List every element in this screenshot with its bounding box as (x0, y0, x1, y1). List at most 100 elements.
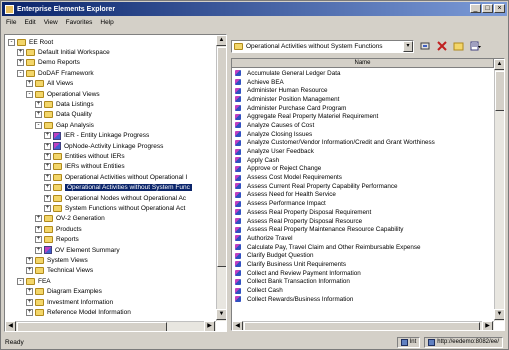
delete-button[interactable] (435, 40, 448, 53)
collapse-icon[interactable]: - (26, 90, 33, 98)
list-item[interactable]: Calculate Pay, Travel Claim and Other Re… (232, 243, 494, 252)
scroll-up-icon[interactable]: ▲ (216, 35, 226, 46)
tree-node[interactable]: + Data Listings (35, 99, 94, 109)
expand-icon[interactable]: + (26, 256, 33, 264)
tree-node[interactable]: + System Functions without Operational Ac… (44, 203, 185, 213)
tree-node[interactable]: + All Views (26, 79, 73, 89)
tree-scroll-thumb[interactable] (217, 47, 226, 267)
new-folder-button[interactable] (452, 40, 465, 53)
collapse-icon[interactable]: - (8, 38, 15, 46)
view-selector[interactable]: Operational Activities without System Fu… (231, 39, 414, 53)
tree-node[interactable]: + Reference Model Information (26, 307, 131, 317)
expand-icon[interactable]: + (17, 48, 24, 56)
tree-node[interactable]: + Operational Nodes without Operational A… (44, 193, 186, 203)
list-vertical-scrollbar[interactable]: ▲ ▼ (494, 59, 504, 321)
tree-node[interactable]: + Diagram Examples (26, 287, 102, 297)
expand-icon[interactable]: + (35, 111, 42, 119)
list-item[interactable]: Apply Cash (232, 156, 494, 165)
expand-icon[interactable]: + (44, 194, 51, 202)
tree-node[interactable]: + Demo Reports (17, 58, 80, 68)
list-item[interactable]: Clarify Budget Question (232, 251, 494, 260)
list-item[interactable]: Analyze Causes of Cost (232, 121, 494, 130)
list-item[interactable]: Achieve BEA (232, 78, 494, 87)
list-item[interactable]: Authorize Travel (232, 234, 494, 243)
menu-favorites[interactable]: Favorites (66, 19, 93, 26)
tree-node[interactable]: - DoDAF Framework (17, 68, 94, 78)
scroll-down-icon[interactable]: ▼ (494, 309, 504, 320)
list-item[interactable]: Assess Real Property Disposal Resource (232, 217, 494, 226)
list-scroll-thumb[interactable] (495, 71, 504, 111)
tree-node[interactable]: + Investment Information (26, 297, 113, 307)
chevron-down-icon[interactable]: ▾ (403, 40, 413, 52)
tree-node[interactable]: - Operational Views (26, 89, 100, 99)
scroll-up-icon[interactable]: ▲ (494, 59, 504, 70)
tree-node[interactable]: - FEA (17, 276, 51, 286)
menu-edit[interactable]: Edit (24, 19, 35, 26)
expand-icon[interactable]: + (26, 267, 33, 275)
list-item[interactable]: Analyze Customer/Vendor Information/Cred… (232, 139, 494, 148)
list-item[interactable]: Clarify Business Unit Requirements (232, 260, 494, 269)
tree-node[interactable]: + Default Initial Workspace (17, 47, 110, 57)
list-item[interactable]: Accumulate General Ledger Data (232, 69, 494, 78)
scroll-left-icon[interactable]: ◀ (5, 321, 16, 331)
tree-node[interactable]: - EE Root (8, 37, 53, 47)
list-hscroll-thumb[interactable] (244, 322, 480, 330)
collapse-icon[interactable]: - (17, 69, 24, 77)
maximize-button[interactable]: □ (482, 4, 493, 13)
scroll-left-icon[interactable]: ◀ (232, 321, 243, 330)
tree-node[interactable]: + Products (35, 224, 82, 234)
tree-node[interactable]: + OV Element Summary (35, 245, 120, 255)
list-item[interactable]: Collect Rewards/Business Information (232, 295, 494, 304)
list-item[interactable]: Assess Real Property Maintenance Resourc… (232, 225, 494, 234)
list-item[interactable]: Collect Cash (232, 286, 494, 295)
list-item[interactable]: Administer Position Management (232, 95, 494, 104)
list-item[interactable]: Aggregate Real Property Materiel Require… (232, 112, 494, 121)
expand-icon[interactable]: + (17, 59, 24, 67)
expand-icon[interactable]: + (44, 173, 51, 181)
expand-icon[interactable]: + (35, 225, 42, 233)
tree-node[interactable]: + Data Quality (35, 110, 92, 120)
list-item[interactable]: Analyze Closing Issues (232, 130, 494, 139)
title-bar[interactable]: Enterprise Elements Explorer _ □ × (2, 2, 507, 16)
tree-node[interactable]: + OV-2 Generation (35, 214, 105, 224)
expand-icon[interactable]: + (44, 163, 51, 171)
tree-vertical-scrollbar[interactable]: ▲ ▼ (216, 35, 226, 321)
list-item[interactable]: Administer Purchase Card Program (232, 104, 494, 113)
menu-help[interactable]: Help (100, 19, 113, 26)
list-item[interactable]: Administer Human Resource (232, 86, 494, 95)
expand-icon[interactable]: + (35, 100, 42, 108)
expand-icon[interactable]: + (35, 215, 42, 223)
list-item[interactable]: Collect Bank Transaction Information (232, 278, 494, 287)
tree-node[interactable]: - Gap Analysis (35, 120, 94, 130)
list-horizontal-scrollbar[interactable]: ◀ ▶ (232, 321, 494, 330)
expand-icon[interactable]: + (26, 298, 33, 306)
list-item[interactable]: Collect and Review Payment Information (232, 269, 494, 278)
list-item[interactable]: Analyze User Feedback (232, 147, 494, 156)
tree-hscroll-thumb[interactable] (17, 322, 167, 331)
expand-icon[interactable]: + (35, 246, 42, 254)
expand-icon[interactable]: + (44, 184, 51, 192)
tree-node[interactable]: + IERs without Entities (44, 162, 125, 172)
scroll-down-icon[interactable]: ▼ (216, 309, 226, 320)
list-item[interactable]: Assess Need for Health Service (232, 191, 494, 200)
refresh-button[interactable] (418, 40, 431, 53)
tree-node[interactable]: + Operational Activities without System F… (44, 183, 192, 193)
tree-node[interactable]: + OpNode-Activity Linkage Progress (44, 141, 163, 151)
menu-file[interactable]: File (6, 19, 16, 26)
list-item[interactable]: Assess Cost Model Requirements (232, 173, 494, 182)
tree-node[interactable]: + Technical Views (26, 266, 93, 276)
tree-node[interactable]: + System Views (26, 255, 88, 265)
expand-icon[interactable]: + (44, 204, 51, 212)
expand-icon[interactable]: + (26, 308, 33, 316)
pane-splitter[interactable] (228, 34, 230, 332)
minimize-button[interactable]: _ (470, 4, 481, 13)
expand-icon[interactable]: + (44, 132, 51, 140)
name-column-header[interactable]: Name (232, 59, 494, 68)
collapse-icon[interactable]: - (35, 121, 42, 129)
tree-node[interactable]: + IER - Entity Linkage Progress (44, 131, 149, 141)
scroll-right-icon[interactable]: ▶ (482, 321, 493, 330)
view-options-button[interactable] (469, 40, 482, 53)
list-item[interactable]: Assess Current Real Property Capability … (232, 182, 494, 191)
expand-icon[interactable]: + (35, 236, 42, 244)
list-item[interactable]: Assess Real Property Disposal Requiremen… (232, 208, 494, 217)
